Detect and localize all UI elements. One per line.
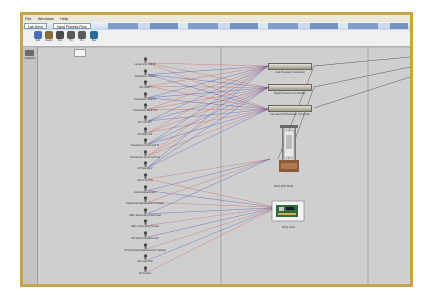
sensor-node[interactable]: AP-Shear Displacement bbox=[123, 231, 167, 240]
test-apparatus[interactable] bbox=[278, 125, 300, 183]
sensor-label: AP-Shear Displacement bbox=[131, 237, 159, 240]
collection-icon[interactable] bbox=[25, 50, 34, 56]
controller-cell-pressure[interactable]: Cell Pressure Controller bbox=[268, 63, 312, 74]
tm-label: Tm bbox=[69, 39, 73, 42]
sensor-label: AP-Peripheral Displacement Voltage bbox=[124, 248, 166, 252]
connection-wire bbox=[147, 206, 279, 226]
connection-wire bbox=[147, 206, 279, 261]
sensor-node[interactable]: Transducer Annul Cell Vol bbox=[123, 150, 167, 159]
stat-button[interactable]: Stat bbox=[89, 31, 99, 45]
sensor-label: Transducer Annul Cell Pr bbox=[130, 144, 160, 148]
sensor-label: AP-CellPr bbox=[139, 86, 151, 90]
connection-wire bbox=[147, 206, 279, 249]
menu-help[interactable]: Help bbox=[60, 16, 68, 21]
tab-bar-background bbox=[108, 23, 408, 29]
sensor-node[interactable]: MEC Secondary Torque bbox=[123, 219, 167, 228]
gear-icon bbox=[67, 31, 75, 39]
sensor-node[interactable]: Lamp.Amb Cell Pr bbox=[123, 57, 167, 66]
edit-button[interactable]: Edit bbox=[33, 31, 43, 45]
sensor-node[interactable]: AP-Peripheral Displacement Voltage bbox=[123, 242, 167, 252]
sensor-node[interactable]: AP-Load Cell bbox=[123, 254, 167, 263]
sensor-label: Lamp.Amb Cell Pr bbox=[134, 63, 156, 66]
sensor-node[interactable]: AP-Back Vol bbox=[123, 126, 167, 136]
menu-bar: File Windows Help bbox=[23, 15, 410, 22]
tab-row: Lab Drive Input Process Flow bbox=[23, 22, 410, 30]
sensor-node[interactable]: MEC Secondary Axial Load bbox=[123, 208, 167, 217]
connection-wire bbox=[147, 206, 279, 272]
controller-body bbox=[268, 105, 312, 112]
toolbar: Edit Repair Run Tm Bn Stat bbox=[23, 30, 410, 47]
sensor-label: AP-Sample P bbox=[137, 167, 153, 171]
sensor-label: AP-Annul Vol bbox=[137, 179, 153, 182]
screenshot-frame: File Windows Help Lab Drive Input Proces… bbox=[20, 12, 413, 287]
menu-file[interactable]: File bbox=[25, 16, 31, 21]
controller-link bbox=[313, 56, 410, 67]
menu-windows[interactable]: Windows bbox=[38, 16, 54, 21]
connection-wire bbox=[147, 207, 279, 214]
apparatus-label: GDS-RCTS/HS bbox=[274, 184, 294, 188]
repair-label: Repair bbox=[45, 39, 53, 42]
connection-wire bbox=[147, 206, 279, 238]
controller-link bbox=[313, 66, 410, 88]
bn-button[interactable]: Bn bbox=[77, 31, 87, 45]
tm-button[interactable]: Tm bbox=[66, 31, 76, 45]
sensor-label: Transducer Annul Cell Vol bbox=[130, 155, 160, 159]
gear-icon bbox=[56, 31, 64, 39]
repair-button[interactable]: Repair bbox=[44, 31, 54, 45]
edit-icon bbox=[34, 31, 42, 39]
sensor-label: AP-Back Vol bbox=[137, 132, 153, 136]
sensor-node[interactable]: Transducer Cell Pr bbox=[123, 68, 167, 78]
sensor-label: MEC Secondary Axial Load bbox=[129, 213, 161, 217]
sensor-node[interactable]: AP-Torque bbox=[123, 266, 167, 275]
wrench-icon bbox=[45, 31, 53, 39]
sensor-node[interactable]: AP-Trans Pr bbox=[123, 115, 167, 124]
run-button[interactable]: Run bbox=[55, 31, 65, 45]
sensor-label: Peripheral Displacement Voltage bbox=[126, 202, 164, 206]
sensor-label: Transducer Back Vol bbox=[133, 109, 157, 113]
sensor-label: AP-Torque bbox=[138, 271, 152, 275]
mini-panel[interactable] bbox=[74, 49, 86, 57]
controller-back-pressure[interactable]: Back Pressure Controller bbox=[268, 84, 312, 95]
controller-label: Cell Pressure Controller bbox=[275, 70, 305, 74]
sensor-node[interactable]: Axial Displacement bbox=[123, 184, 167, 194]
sensor-label: Axial Displacement bbox=[133, 190, 157, 194]
gear-icon bbox=[78, 31, 86, 39]
controller-internal-cell-pressure[interactable]: Internal Cell Pressure Controller bbox=[268, 105, 312, 116]
tab-input-process-flow[interactable]: Input Process Flow bbox=[53, 23, 91, 29]
flow-canvas[interactable]: Lamp.Amb Cell Pr Transducer Cell Pr AP-Cel… bbox=[38, 47, 410, 284]
sensor-node[interactable]: AP-Sample P bbox=[123, 161, 167, 170]
sensor-node[interactable]: Transducer Bias Pr bbox=[123, 92, 167, 101]
daq-card[interactable] bbox=[270, 199, 306, 223]
daq-label: DAQ Card bbox=[282, 225, 295, 229]
sensor-node[interactable]: Transducer Annul Cell Pr bbox=[123, 138, 167, 147]
sensor-node[interactable]: AP-CellPr bbox=[123, 80, 167, 89]
tab-lab-drive[interactable]: Lab Drive bbox=[24, 23, 47, 29]
flag-icon bbox=[90, 31, 98, 39]
sensor-label: AP-Load Cell bbox=[137, 260, 153, 264]
sensor-label: AP-Trans Pr bbox=[137, 121, 153, 124]
sensor-label: Transducer Cell Pr bbox=[134, 74, 156, 78]
run-label: Run bbox=[57, 39, 63, 42]
controller-body bbox=[268, 63, 312, 70]
stat-label: Stat bbox=[91, 39, 97, 42]
collection-label: Collection bbox=[24, 57, 36, 60]
sensor-label: Transducer Bias Pr bbox=[133, 97, 157, 101]
app-window: File Windows Help Lab Drive Input Proces… bbox=[23, 15, 410, 284]
controller-label: Internal Cell Pressure Controller bbox=[270, 112, 310, 116]
controller-label: Back Pressure Controller bbox=[274, 91, 306, 95]
controller-body bbox=[268, 84, 312, 91]
sensor-node[interactable]: AP-Annul Vol bbox=[123, 173, 167, 182]
bn-label: Bn bbox=[80, 39, 84, 42]
sensor-node[interactable]: Transducer Back Vol bbox=[123, 103, 167, 112]
edit-label: Edit bbox=[35, 39, 41, 42]
controller-link bbox=[313, 76, 410, 109]
sensor-node[interactable]: Peripheral Displacement Voltage bbox=[123, 196, 167, 205]
sensor-label: MEC Secondary Torque bbox=[131, 225, 159, 229]
left-panel: Collection bbox=[23, 47, 38, 284]
wire-layer bbox=[38, 47, 410, 284]
